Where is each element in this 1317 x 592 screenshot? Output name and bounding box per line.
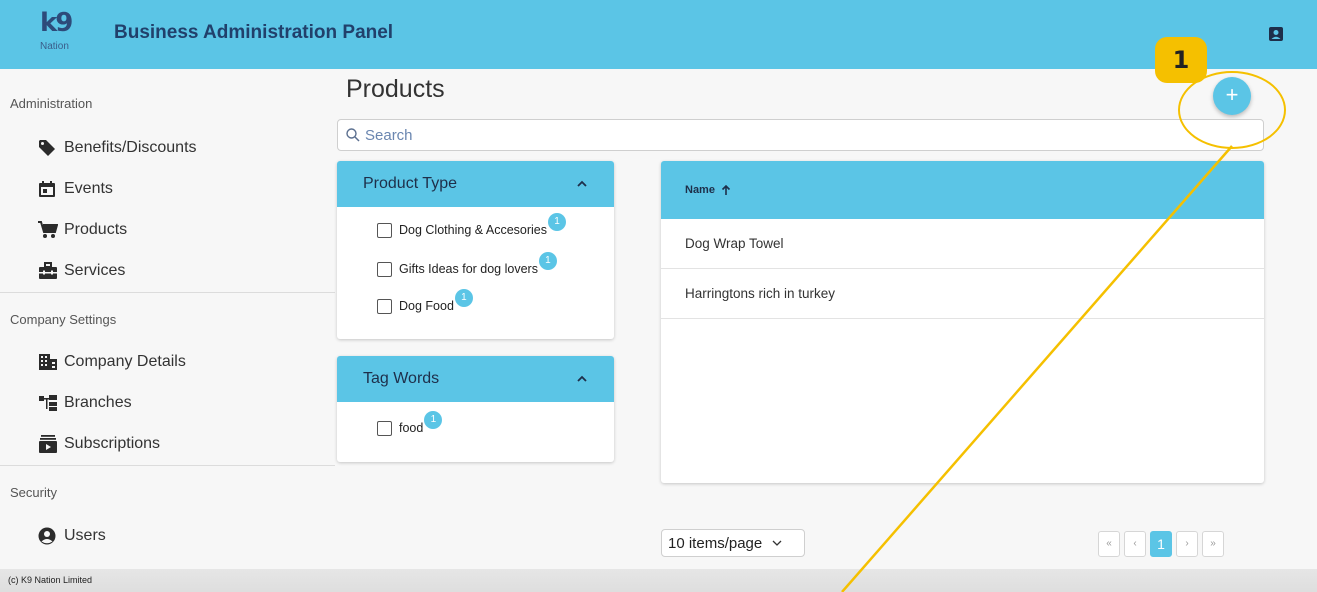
filter-card-product-type: Product Type Dog Clothing & Accesories 1… [337, 161, 614, 339]
search-bar [337, 119, 1264, 151]
table-row[interactable]: Dog Wrap Towel [661, 219, 1264, 269]
first-page-button[interactable]: « [1098, 531, 1120, 557]
chevron-up-icon[interactable] [576, 375, 588, 383]
count-badge: 1 [424, 411, 443, 429]
prev-page-button[interactable]: ‹ [1124, 531, 1146, 557]
section-title-administration: Administration [10, 96, 93, 111]
logo-sub: Nation [40, 41, 69, 52]
filter-option-label: Dog Clothing & Accesories [399, 223, 547, 237]
filter-card-tag-words: Tag Words food 1 [337, 356, 614, 462]
chevron-down-icon [772, 540, 782, 546]
profile-card-icon[interactable] [1268, 26, 1284, 42]
sidebar-divider [0, 465, 335, 466]
count-badge: 1 [538, 252, 557, 270]
sidebar-item-company-details[interactable]: Company Details [38, 347, 186, 377]
filter-title: Product Type [363, 175, 457, 192]
filter-header-product-type[interactable]: Product Type [337, 161, 614, 207]
sidebar-item-label: Branches [64, 394, 132, 411]
items-per-page-value: 10 items/page [668, 534, 763, 552]
sidebar-divider [0, 292, 335, 293]
cart-icon [38, 221, 64, 239]
next-page-button[interactable]: › [1176, 531, 1198, 557]
column-label: Name [685, 184, 715, 196]
filter-option-label: Gifts Ideas for dog lovers [399, 262, 538, 276]
pagination: « ‹ 1 › » [1098, 531, 1224, 557]
copyright-text: (c) K9 Nation Limited [8, 575, 93, 585]
sidebar-item-label: Benefits/Discounts [64, 139, 197, 156]
count-badge: 1 [548, 213, 566, 231]
footer: (c) K9 Nation Limited [0, 569, 1317, 592]
filter-title: Tag Words [363, 370, 440, 387]
filter-option-label: food [399, 421, 424, 435]
sidebar: Administration Benefits/Discounts Events… [0, 69, 335, 569]
sidebar-item-label: Users [64, 527, 106, 544]
sidebar-item-branches[interactable]: Branches [38, 388, 132, 418]
annotation-number-badge: 1 [1155, 37, 1207, 83]
calendar-icon [38, 180, 64, 198]
sidebar-item-label: Services [64, 262, 126, 279]
last-page-button[interactable]: » [1202, 531, 1224, 557]
toolbox-icon [38, 262, 64, 280]
page-button-current[interactable]: 1 [1150, 531, 1172, 557]
sidebar-item-users[interactable]: Users [38, 521, 106, 551]
k9-nation-logo[interactable]: k9 Nation [40, 10, 100, 62]
checkbox[interactable] [377, 420, 392, 436]
filter-option[interactable]: Gifts Ideas for dog lovers 1 [377, 252, 557, 278]
filter-option[interactable]: Dog Food 1 [377, 289, 473, 315]
chevron-up-icon[interactable] [576, 180, 588, 188]
subscriptions-icon [38, 435, 64, 453]
page-title: Products [346, 75, 445, 103]
sidebar-item-products[interactable]: Products [38, 215, 127, 245]
sitemap-icon [38, 394, 64, 412]
sidebar-item-subscriptions[interactable]: Subscriptions [38, 429, 160, 459]
filter-option-label: Dog Food [399, 299, 454, 313]
top-header: k9 Nation Business Administration Panel [0, 0, 1317, 69]
user-circle-icon [38, 527, 64, 545]
building-icon [38, 353, 64, 371]
search-icon [346, 128, 360, 142]
filter-header-tag-words[interactable]: Tag Words [337, 356, 614, 402]
logo-mark: k9 [40, 8, 73, 38]
sort-arrow-up-icon [721, 184, 731, 195]
search-input[interactable] [365, 126, 1245, 144]
app-title: Business Administration Panel [114, 22, 394, 43]
section-title-security: Security [10, 485, 57, 500]
filter-option[interactable]: Dog Clothing & Accesories 1 [377, 213, 566, 239]
checkbox[interactable] [377, 222, 392, 238]
count-badge: 1 [454, 289, 473, 307]
sidebar-item-label: Products [64, 221, 128, 238]
products-table: Name Dog Wrap Towel Harringtons rich in … [661, 161, 1264, 483]
tag-icon [38, 139, 64, 157]
sidebar-item-label: Company Details [64, 353, 186, 370]
sidebar-item-events[interactable]: Events [38, 174, 113, 204]
checkbox[interactable] [377, 261, 392, 277]
checkbox[interactable] [377, 298, 392, 314]
sidebar-item-label: Subscriptions [64, 435, 161, 452]
section-title-company-settings: Company Settings [10, 312, 117, 327]
filter-option[interactable]: food 1 [377, 411, 443, 437]
items-per-page-select[interactable]: 10 items/page [661, 529, 805, 557]
sidebar-item-services[interactable]: Services [38, 256, 125, 286]
column-header-name[interactable]: Name [661, 161, 1264, 219]
table-row[interactable]: Harringtons rich in turkey [661, 269, 1264, 319]
sidebar-item-benefits[interactable]: Benefits/Discounts [38, 133, 197, 163]
sidebar-item-label: Events [64, 180, 113, 197]
